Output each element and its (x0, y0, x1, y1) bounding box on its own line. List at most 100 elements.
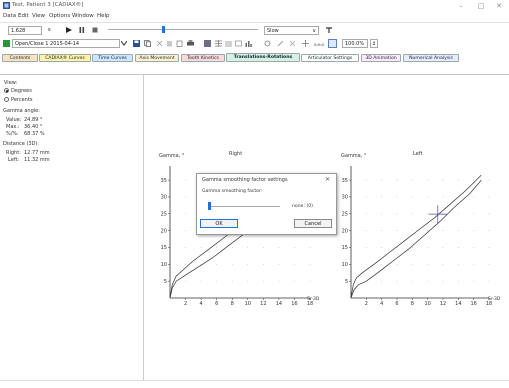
right-x-tick-label: 12 (260, 301, 266, 307)
right-grid-dot (278, 280, 280, 282)
left-grid-dot (473, 280, 475, 282)
left-grid-dot (457, 280, 459, 282)
left-grid-dot (488, 230, 490, 232)
menu-help[interactable]: Help (97, 13, 110, 19)
copy-icon[interactable] (144, 40, 151, 47)
right-grid-dot (185, 230, 187, 232)
layers-icon[interactable] (235, 40, 242, 47)
degrees-label[interactable]: Degrees (11, 88, 32, 94)
menu-data[interactable]: Data (3, 13, 16, 19)
right-grid-dot (200, 280, 202, 282)
smoothing-slider-track[interactable] (208, 206, 280, 207)
left-grid-dot (473, 196, 475, 198)
paste-icon[interactable] (166, 40, 173, 47)
time-slider-track[interactable] (108, 29, 258, 30)
tab-axis-movement[interactable]: Axis Movement (135, 54, 179, 62)
zoom-fit-icon[interactable] (328, 39, 337, 48)
gamma-angle-heading: Gamma angle: (3, 108, 40, 114)
tab-contents[interactable]: Contents (2, 54, 38, 62)
tab-articulator-settings[interactable]: Articulator Settings (301, 54, 359, 62)
menu-options[interactable]: Options (49, 13, 70, 19)
close-window-button[interactable]: ✕ (490, 1, 508, 11)
max-label: Max.: (6, 124, 20, 130)
right-distance-label: Right: (6, 150, 21, 156)
right-grid-dot (278, 247, 280, 248)
left-grid-dot (365, 247, 367, 248)
left-grid-dot (473, 179, 475, 181)
left-grid-dot (442, 247, 444, 248)
left-grid-dot (365, 230, 367, 232)
left-distance-readout: 11.32 mm (24, 157, 50, 163)
smoothing-slider-thumb[interactable] (208, 202, 211, 210)
rotate-icon[interactable] (264, 40, 271, 47)
zoom-spinner[interactable]: ↕ (370, 39, 378, 48)
minimize-button[interactable]: – (452, 1, 470, 11)
stop-icon[interactable] (92, 27, 98, 33)
chevron-down-icon: ∨ (312, 28, 316, 34)
degrees-radio[interactable] (4, 88, 9, 93)
menu-edit[interactable]: Edit (18, 13, 29, 19)
left-grid-dot (488, 247, 490, 248)
app-icon (3, 2, 10, 9)
tab-cadiax-curves[interactable]: CADIAX® Curves (39, 54, 91, 62)
cancel-button[interactable]: Cancel (294, 219, 332, 228)
left-grid-dot (396, 213, 398, 215)
right-grid-dot (216, 263, 218, 265)
right-grid-dot (309, 280, 311, 282)
tab-strip: Contents CADIAX® Curves Time Curves Axis… (0, 52, 509, 75)
pen-icon[interactable] (277, 40, 284, 47)
measure-icon[interactable] (314, 40, 324, 47)
pause-icon[interactable] (79, 27, 85, 33)
left-grid-dot (381, 213, 383, 215)
time-slider-thumb[interactable] (162, 26, 165, 33)
clipboard-icon[interactable] (176, 40, 183, 47)
zoom-input[interactable]: 100.0% (342, 39, 368, 48)
lines-icon[interactable] (225, 40, 232, 47)
move-icon[interactable] (302, 40, 309, 47)
print-icon[interactable] (187, 40, 194, 47)
session-select[interactable]: Open/Close 1 2015-04-14 (12, 39, 120, 48)
right-chart-ylabel: Gamma, ° (159, 153, 185, 159)
table-icon[interactable] (215, 40, 222, 47)
right-y-tick-label: 5 (164, 279, 167, 285)
pin-icon[interactable] (325, 26, 333, 34)
speed-select[interactable]: Slow ∨ (264, 26, 319, 35)
tab-tooth-kinetics[interactable]: Tooth Kinetics (181, 54, 225, 62)
title-bar: Test, Patient 3 [CADIAX®] – □ ✕ (0, 0, 509, 12)
menu-window[interactable]: Window (72, 13, 94, 19)
dialog-close-button[interactable]: ✕ (325, 176, 330, 183)
left-x-tick-label: 2 (365, 301, 368, 307)
tab-numerical-analysis[interactable]: Numerical Analysis (403, 54, 459, 62)
left-x-tick-label: 8 (411, 301, 414, 307)
cut-icon[interactable] (156, 40, 163, 47)
chevron-down-icon[interactable] (121, 41, 127, 46)
left-grid-dot (396, 280, 398, 282)
tab-3d-animation[interactable]: 3D Animation (361, 54, 401, 62)
right-grid-dot (293, 247, 295, 248)
menu-view[interactable]: View (32, 13, 45, 19)
percents-radio[interactable] (4, 97, 9, 102)
save-icon[interactable] (133, 40, 140, 47)
maximize-button[interactable]: □ (472, 1, 490, 11)
percents-label[interactable]: Percents (11, 97, 32, 103)
dialog-title: Gamma smoothing factor settings (202, 177, 288, 183)
tab-translations-rotations[interactable]: Translations-Rotations (226, 53, 300, 62)
grid-icon[interactable] (204, 40, 211, 47)
speed-select-value: Slow (267, 28, 279, 34)
bar-chart-icon[interactable] (245, 40, 252, 47)
right-grid-dot (262, 280, 264, 282)
left-grid-dot (473, 263, 475, 265)
percent-readout: 68.37 % (24, 131, 45, 137)
play-icon[interactable] (66, 27, 72, 33)
ok-button[interactable]: OK (200, 219, 238, 228)
close-curve-icon[interactable] (289, 40, 296, 47)
right-x-tick-label: 10 (245, 301, 251, 307)
left-grid-dot (427, 230, 429, 232)
right-grid-dot (247, 263, 249, 265)
left-grid-dot (381, 230, 383, 232)
right-grid-dot (185, 179, 187, 181)
left-grid-dot (411, 247, 413, 248)
ratio-input[interactable]: 1.628 (8, 26, 42, 35)
right-grid-dot (262, 247, 264, 248)
tab-time-curves[interactable]: Time Curves (92, 54, 133, 62)
